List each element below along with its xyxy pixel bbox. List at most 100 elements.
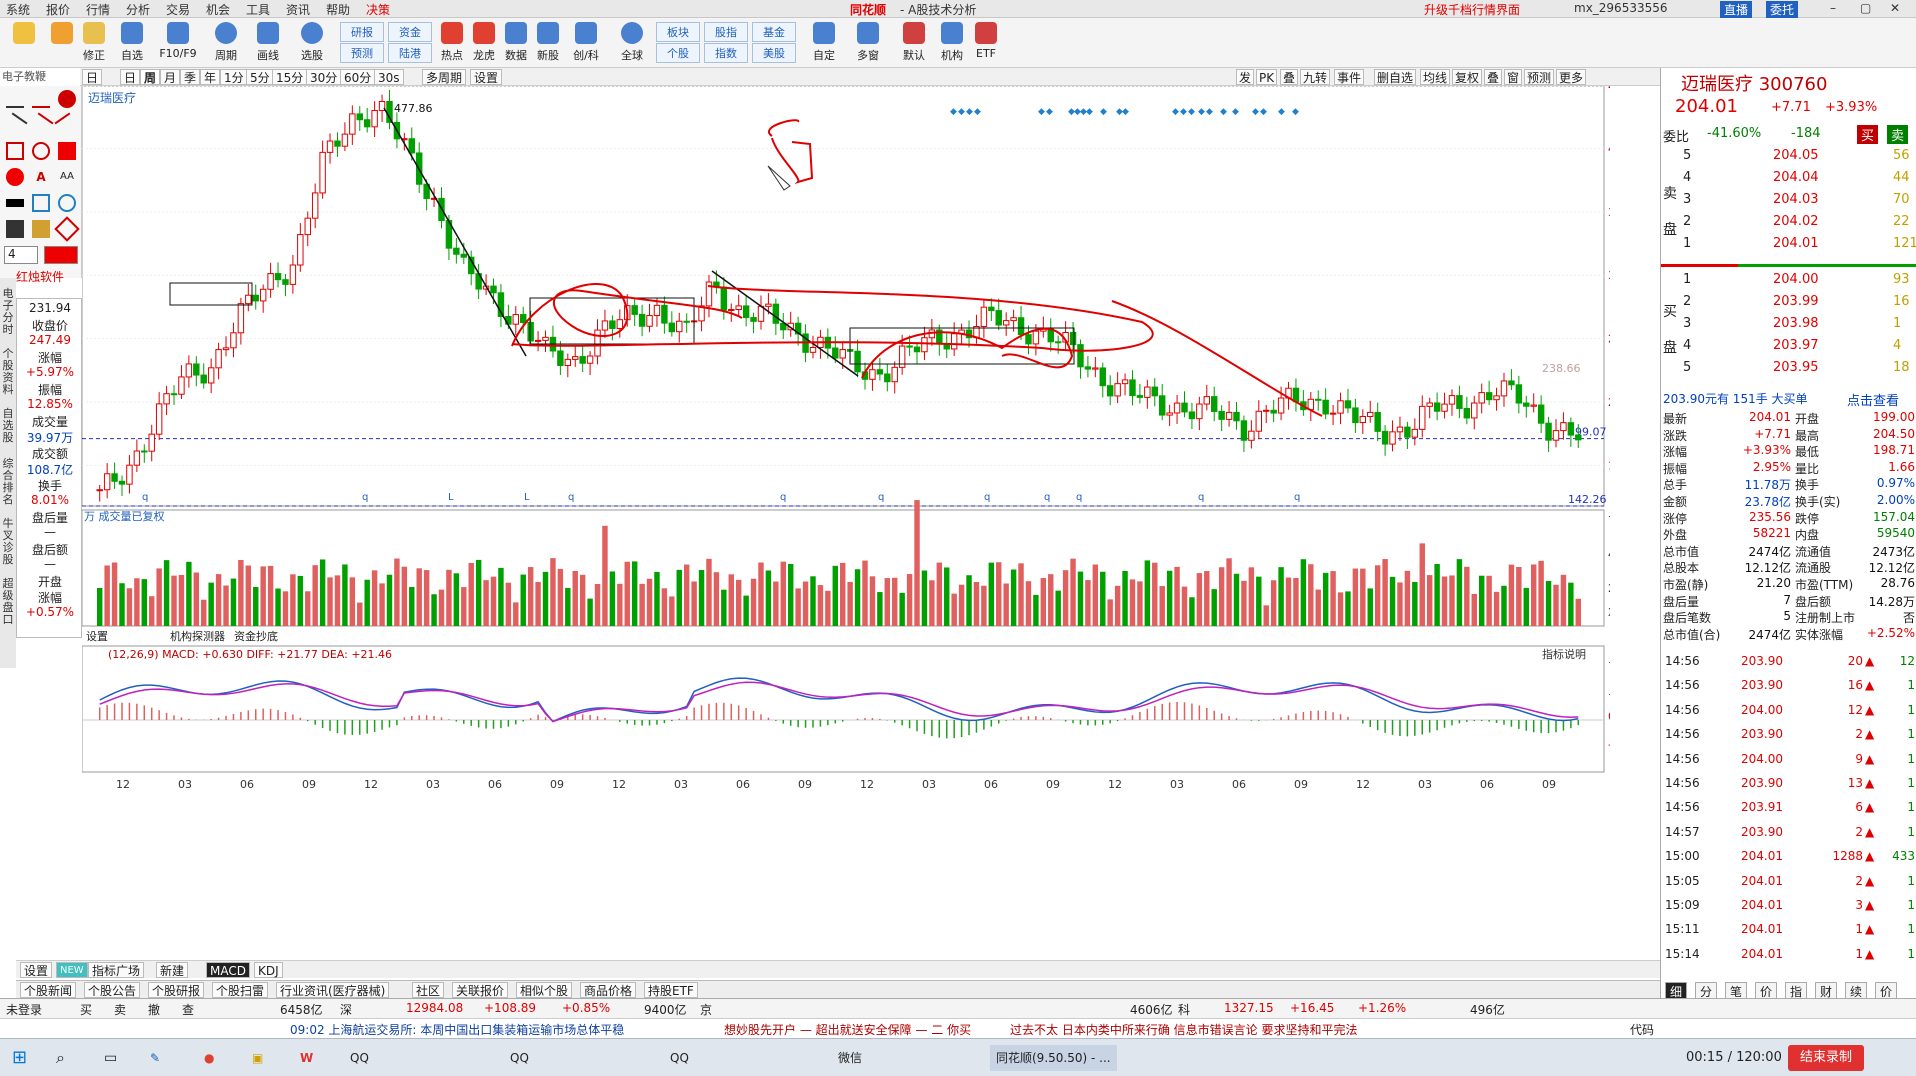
period-30s[interactable]: 30s xyxy=(374,69,404,85)
wps-icon[interactable]: W xyxy=(300,1045,313,1071)
volume-bar[interactable] xyxy=(1419,543,1425,626)
event-marker-icon[interactable]: ◆ xyxy=(1260,107,1267,117)
period-1m[interactable]: 1分 xyxy=(220,69,248,85)
volume-bar[interactable] xyxy=(379,583,385,626)
candle-body[interactable] xyxy=(170,393,178,396)
chrome-icon[interactable]: ● xyxy=(204,1045,214,1071)
volume-bar[interactable] xyxy=(215,574,222,626)
volume-bar[interactable] xyxy=(1226,558,1232,626)
chart-tab-ma[interactable]: 均线 xyxy=(1420,69,1451,85)
volume-bar[interactable] xyxy=(1293,577,1299,626)
volume-bar[interactable] xyxy=(1033,594,1039,626)
text-tool-icon[interactable]: A xyxy=(32,168,50,186)
pen-app-icon[interactable]: ✎ xyxy=(150,1045,160,1071)
candle-body[interactable] xyxy=(490,285,497,294)
volume-bar[interactable] xyxy=(646,578,653,626)
candle-body[interactable] xyxy=(1381,430,1389,445)
toolbar-btn-global[interactable]: 全球 xyxy=(610,20,654,66)
volume-bar[interactable] xyxy=(193,572,200,626)
volume-bar[interactable] xyxy=(401,566,408,626)
chart-tab-predict[interactable]: 预测 xyxy=(1524,69,1555,85)
volume-bar[interactable] xyxy=(617,583,623,626)
candle-body[interactable] xyxy=(564,358,572,366)
candle-body[interactable] xyxy=(728,309,735,312)
black-bar-icon[interactable] xyxy=(6,199,24,207)
status-item[interactable]: 卖 xyxy=(114,1001,126,1018)
event-marker-icon[interactable]: ◆ xyxy=(1122,107,1129,117)
volume-bar[interactable] xyxy=(1181,586,1188,626)
candle-body[interactable] xyxy=(1196,403,1203,420)
volume-bar[interactable] xyxy=(282,591,289,626)
indicator-subtab[interactable]: 资金抄底 xyxy=(234,629,278,643)
chart-tab-more[interactable]: 更多 xyxy=(1556,69,1587,85)
vtab-timeshare[interactable]: 电子分时 xyxy=(1,288,15,336)
event-marker-icon[interactable]: ◆ xyxy=(1180,107,1187,117)
candle-body[interactable] xyxy=(1054,341,1062,344)
candle-body[interactable] xyxy=(772,303,780,324)
volume-bar[interactable] xyxy=(691,581,697,626)
volume-bar[interactable] xyxy=(134,578,140,626)
news-tab[interactable]: 关联报价 xyxy=(452,982,509,998)
candle-body[interactable] xyxy=(453,247,460,255)
toolbar-btn-chuangke[interactable]: 创/科 xyxy=(564,20,608,66)
volume-bar[interactable] xyxy=(884,578,891,626)
candle-body[interactable] xyxy=(832,347,839,359)
ask-price[interactable]: 204.04 xyxy=(1773,170,1819,185)
candle-body[interactable] xyxy=(141,450,148,453)
chart-tab-overlay2[interactable]: 叠 xyxy=(1484,69,1503,85)
candle-body[interactable] xyxy=(111,473,118,482)
volume-bar[interactable] xyxy=(572,570,578,626)
candle-body[interactable] xyxy=(230,332,237,349)
chart-tab-pk[interactable]: PK xyxy=(1256,69,1278,85)
candle-body[interactable] xyxy=(1515,384,1523,404)
candle-body[interactable] xyxy=(96,489,103,492)
volume-bar[interactable] xyxy=(1100,571,1106,626)
candle-body[interactable] xyxy=(408,138,415,154)
volume-bar[interactable] xyxy=(899,592,905,626)
candle-body[interactable] xyxy=(1367,411,1374,417)
volume-bar[interactable] xyxy=(921,570,928,626)
volume-bar[interactable] xyxy=(409,587,415,626)
candle-body[interactable] xyxy=(1441,403,1448,412)
candle-body[interactable] xyxy=(1129,379,1136,397)
volume-bar[interactable] xyxy=(342,564,348,626)
candle-body[interactable] xyxy=(155,403,163,435)
toolbar-stack-sector[interactable]: 板块 个股 xyxy=(656,22,700,64)
candle-body[interactable] xyxy=(1136,395,1144,398)
candle-body[interactable] xyxy=(631,305,638,315)
volume-bar[interactable] xyxy=(1048,574,1054,626)
volume-bar[interactable] xyxy=(1426,575,1433,626)
toolbar-btn-etf[interactable]: ETF xyxy=(964,20,1008,66)
volume-bar[interactable] xyxy=(1434,563,1440,626)
volume-bar[interactable] xyxy=(1389,576,1396,626)
volume-bar[interactable] xyxy=(587,598,593,626)
toolbar-btn-period[interactable]: 周期 xyxy=(204,20,248,66)
news-tab[interactable]: 相似个股 xyxy=(516,982,573,998)
candle-body[interactable] xyxy=(274,273,282,281)
period-30m[interactable]: 30分 xyxy=(306,69,342,85)
candle-body[interactable] xyxy=(668,322,676,333)
candle-body[interactable] xyxy=(1144,386,1151,398)
candle-body[interactable] xyxy=(1433,402,1441,412)
zoom-icon[interactable] xyxy=(58,194,76,212)
volume-bar[interactable] xyxy=(854,569,861,626)
chart-control-icon[interactable]: ⊖ xyxy=(1286,86,1295,87)
volume-bar[interactable] xyxy=(1330,571,1336,626)
volume-bar[interactable] xyxy=(1152,562,1158,626)
period-15m[interactable]: 15分 xyxy=(272,69,308,85)
candle-body[interactable] xyxy=(1151,386,1158,397)
volume-bar[interactable] xyxy=(535,581,541,626)
indicator-subtab[interactable]: 机构探测器 xyxy=(170,629,225,643)
candle-body[interactable] xyxy=(1329,412,1337,415)
volume-bar[interactable] xyxy=(1144,560,1151,626)
volume-bar[interactable] xyxy=(639,583,645,626)
volume-bar[interactable] xyxy=(683,564,690,626)
volume-bar[interactable] xyxy=(1374,565,1381,626)
big-order-link[interactable]: 点击查看 xyxy=(1847,390,1899,409)
color-select[interactable] xyxy=(44,246,78,264)
volume-bar[interactable] xyxy=(1218,567,1225,626)
volume-bar[interactable] xyxy=(253,586,259,626)
event-marker-icon[interactable]: ◆ xyxy=(1198,107,1205,117)
volume-bar[interactable] xyxy=(1010,569,1017,626)
indicator-macd-tab[interactable]: MACD xyxy=(206,962,250,978)
